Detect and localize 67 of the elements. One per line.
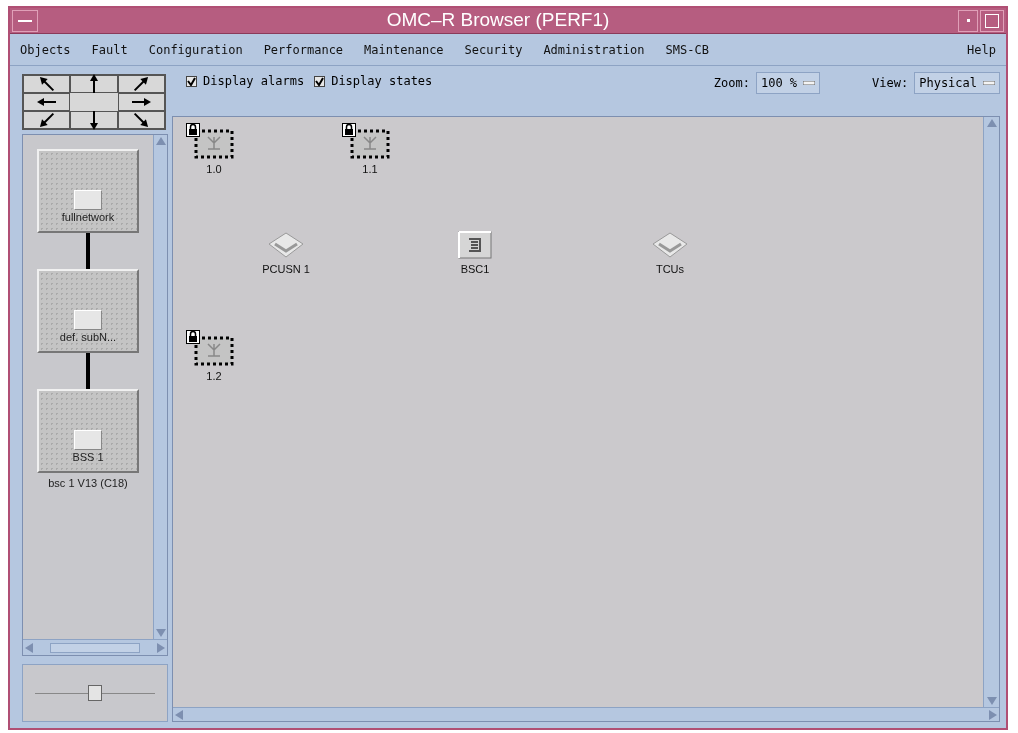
node-label: BSS 1 — [72, 452, 104, 463]
checkbox[interactable] — [186, 75, 197, 87]
scroll-arrow-icon[interactable] — [986, 119, 997, 127]
menu-item[interactable]: Performance — [263, 40, 344, 59]
scroll-arrow-icon[interactable] — [155, 629, 166, 637]
node-label: 1.0 — [206, 162, 222, 177]
window-title: OMC–R Browser (PERF1) — [385, 8, 611, 33]
cell-icon — [350, 129, 390, 159]
node-icon — [74, 190, 102, 210]
vertical-scrollbar[interactable] — [153, 135, 167, 639]
node-label: TCUs — [655, 262, 685, 277]
pan-arrow-button[interactable] — [23, 75, 71, 93]
node-icon — [74, 310, 102, 330]
menu-item[interactable]: Administration — [543, 40, 645, 59]
menu-item[interactable]: SMS-CB — [665, 40, 709, 59]
node-icon — [74, 430, 102, 450]
scroll-arrow-icon[interactable] — [986, 697, 997, 705]
window-menu-button[interactable] — [12, 9, 38, 32]
menu-item[interactable]: Maintenance — [364, 40, 444, 59]
horizontal-scrollbar[interactable] — [173, 707, 999, 721]
slider-thumb[interactable] — [88, 684, 102, 701]
tree-node[interactable]: def. subN... — [37, 269, 139, 353]
arrow-icon — [89, 73, 99, 95]
tree-node[interactable]: BSS 1 — [37, 389, 139, 473]
node-label: 1.1 — [362, 162, 378, 177]
vertical-scrollbar[interactable] — [983, 117, 999, 707]
scroll-arrow-icon[interactable] — [25, 642, 33, 653]
node-label: BSC1 — [460, 262, 490, 277]
checkbox-label: Display states — [331, 73, 433, 90]
maximize-button[interactable] — [980, 9, 1004, 32]
menu-item[interactable]: Configuration — [148, 40, 243, 59]
zoom-slider[interactable] — [22, 664, 168, 722]
checkbox-label: Display alarms — [203, 73, 305, 90]
network-canvas[interactable]: 1.0 1.1 PCUSN 1 BSC1 TCUs 1.2 — [173, 117, 983, 707]
pan-arrow-button[interactable] — [70, 111, 118, 129]
cell-icon — [194, 336, 234, 366]
node-caption: bsc 1 V13 (C18) — [48, 476, 128, 491]
checkbox[interactable] — [314, 75, 326, 87]
pan-arrow-button[interactable] — [23, 93, 71, 111]
menu-item[interactable]: Security — [464, 40, 523, 59]
menu-item[interactable]: Help — [967, 40, 996, 59]
scroll-arrow-icon[interactable] — [989, 709, 997, 720]
scroll-arrow-icon[interactable] — [175, 709, 183, 720]
scroll-arrow-icon[interactable] — [157, 642, 165, 653]
node-label: def. subN... — [59, 332, 117, 343]
cell-icon — [194, 129, 234, 159]
zoom-label: Zoom: — [713, 75, 750, 92]
node-label: fullnetwork — [61, 212, 115, 223]
zoom-dropdown[interactable]: 100 % — [755, 72, 821, 94]
node-label: PCUSN 1 — [262, 262, 310, 277]
menu-item[interactable]: Fault — [91, 40, 128, 59]
node-label: 1.2 — [206, 369, 222, 384]
scroll-arrow-icon[interactable] — [155, 137, 166, 145]
pan-arrow-button[interactable] — [117, 93, 165, 111]
dropdown-icon — [803, 81, 816, 85]
minimize-button[interactable] — [958, 9, 978, 32]
view-dropdown[interactable]: Physical — [914, 72, 1000, 94]
pan-arrow-button[interactable] — [23, 111, 71, 129]
menu-item[interactable]: Objects — [20, 40, 71, 59]
dropdown-icon — [983, 81, 995, 85]
pan-arrow-button[interactable] — [117, 111, 165, 129]
tree-node[interactable]: fullnetwork — [37, 149, 139, 233]
horizontal-scrollbar[interactable] — [23, 639, 167, 655]
view-label: View: — [872, 75, 909, 92]
pan-arrow-button[interactable] — [70, 75, 118, 93]
arrow-icon — [89, 109, 99, 131]
pan-arrow-button[interactable] — [117, 75, 165, 93]
